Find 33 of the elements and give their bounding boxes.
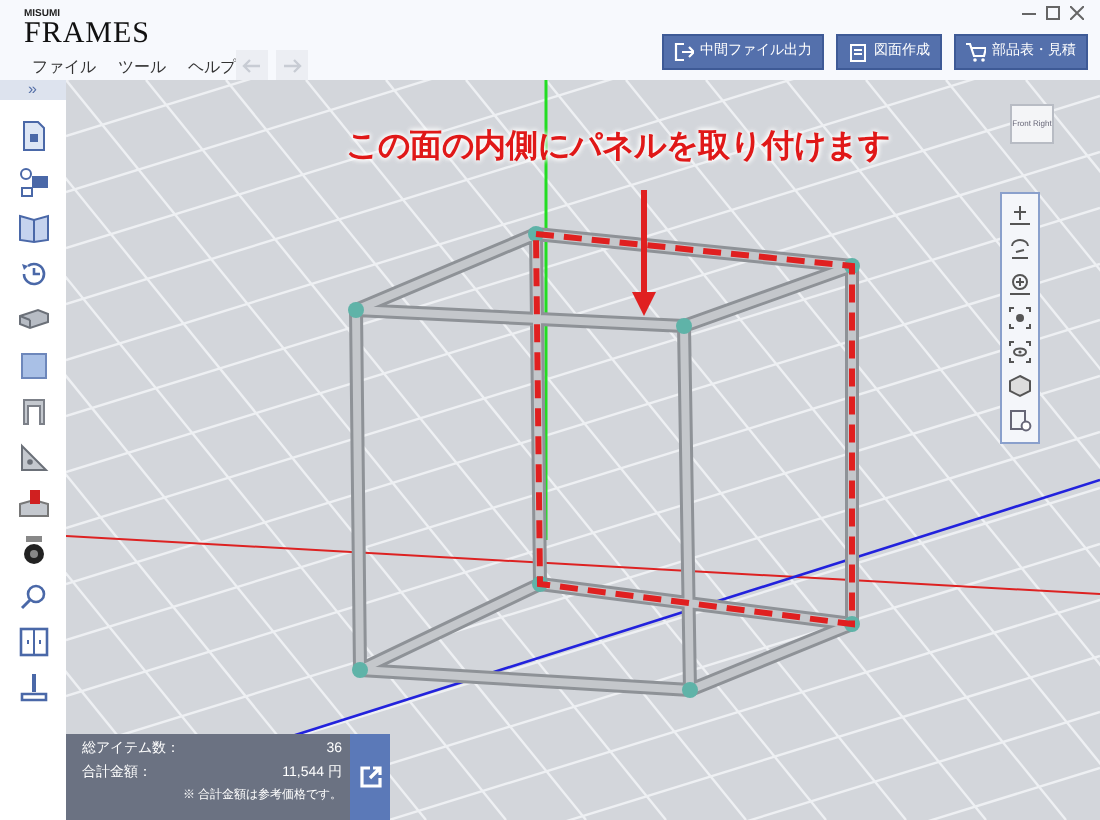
export-icon (674, 42, 694, 62)
rotate-icon[interactable] (1008, 238, 1032, 262)
search-icon[interactable] (17, 580, 49, 612)
menu-item[interactable]: ファイル (32, 56, 96, 80)
cart-icon (966, 42, 986, 62)
panel-frame-icon[interactable] (17, 212, 49, 244)
eye-view-icon[interactable] (1008, 340, 1032, 364)
settings-icon[interactable] (1008, 408, 1032, 432)
right-arrow-icon (282, 57, 302, 73)
cover-icon[interactable] (17, 396, 49, 428)
split-view-icon[interactable] (17, 626, 49, 658)
external-link-icon (359, 766, 381, 788)
close-icon[interactable] (1070, 6, 1084, 20)
menu-item[interactable]: ツール (118, 56, 166, 80)
fit-view-icon[interactable] (1008, 306, 1032, 330)
align-top-icon[interactable] (1008, 204, 1032, 228)
box-icon[interactable] (17, 488, 49, 520)
document-icon (848, 42, 868, 62)
menu-item[interactable]: ヘルプ (188, 56, 236, 80)
assembly-icon[interactable] (17, 166, 49, 198)
left-arrow-icon (242, 57, 262, 73)
history-icon[interactable] (17, 258, 49, 290)
hexagon-icon[interactable] (1008, 374, 1032, 398)
bracket-icon[interactable] (17, 442, 49, 474)
square-panel-icon[interactable] (17, 350, 49, 382)
down-arrow (632, 190, 656, 316)
app-logo: FRAMES (24, 20, 153, 50)
maximize-icon[interactable] (1046, 6, 1060, 20)
file-icon[interactable] (17, 120, 49, 152)
drill-icon[interactable] (17, 672, 49, 704)
zoom-icon[interactable] (1008, 272, 1032, 296)
panel-toggle[interactable]: » (28, 82, 37, 98)
open-external-button[interactable] (350, 734, 390, 820)
